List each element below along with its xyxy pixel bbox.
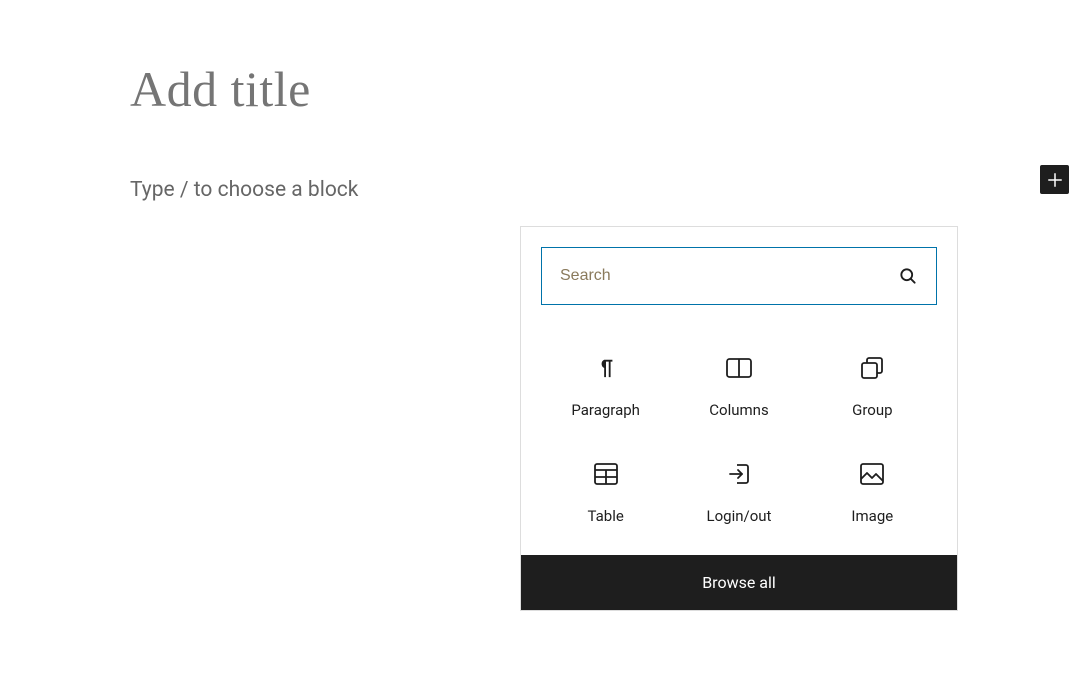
block-inserter-panel: Paragraph Columns Group bbox=[520, 226, 958, 611]
block-group[interactable]: Group bbox=[806, 355, 939, 419]
block-table[interactable]: Table bbox=[539, 461, 672, 525]
browse-all-button[interactable]: Browse all bbox=[521, 555, 957, 610]
table-icon bbox=[594, 461, 618, 487]
columns-icon bbox=[726, 355, 752, 381]
block-image[interactable]: Image bbox=[806, 461, 939, 525]
search-icon bbox=[898, 266, 918, 286]
block-paragraph[interactable]: Paragraph bbox=[539, 355, 672, 419]
block-label: Columns bbox=[709, 401, 768, 419]
block-prompt[interactable]: Type / to choose a block bbox=[130, 178, 358, 202]
search-box[interactable] bbox=[541, 247, 937, 305]
search-wrapper bbox=[521, 227, 957, 325]
title-input[interactable] bbox=[130, 60, 949, 118]
block-label: Image bbox=[851, 507, 893, 525]
plus-icon bbox=[1046, 171, 1064, 189]
image-icon bbox=[860, 461, 884, 487]
block-label: Paragraph bbox=[571, 401, 640, 419]
search-input[interactable] bbox=[560, 267, 898, 285]
login-icon bbox=[727, 461, 751, 487]
block-grid: Paragraph Columns Group bbox=[521, 325, 957, 555]
paragraph-icon bbox=[595, 355, 617, 381]
block-label: Login/out bbox=[707, 507, 772, 525]
block-columns[interactable]: Columns bbox=[672, 355, 805, 419]
group-icon bbox=[861, 355, 883, 381]
add-block-button[interactable] bbox=[1040, 165, 1069, 194]
block-label: Group bbox=[852, 401, 892, 419]
block-prompt-row: Type / to choose a block bbox=[130, 178, 949, 202]
block-login-out[interactable]: Login/out bbox=[672, 461, 805, 525]
editor-container: Type / to choose a block bbox=[0, 0, 1079, 202]
block-label: Table bbox=[588, 507, 624, 525]
